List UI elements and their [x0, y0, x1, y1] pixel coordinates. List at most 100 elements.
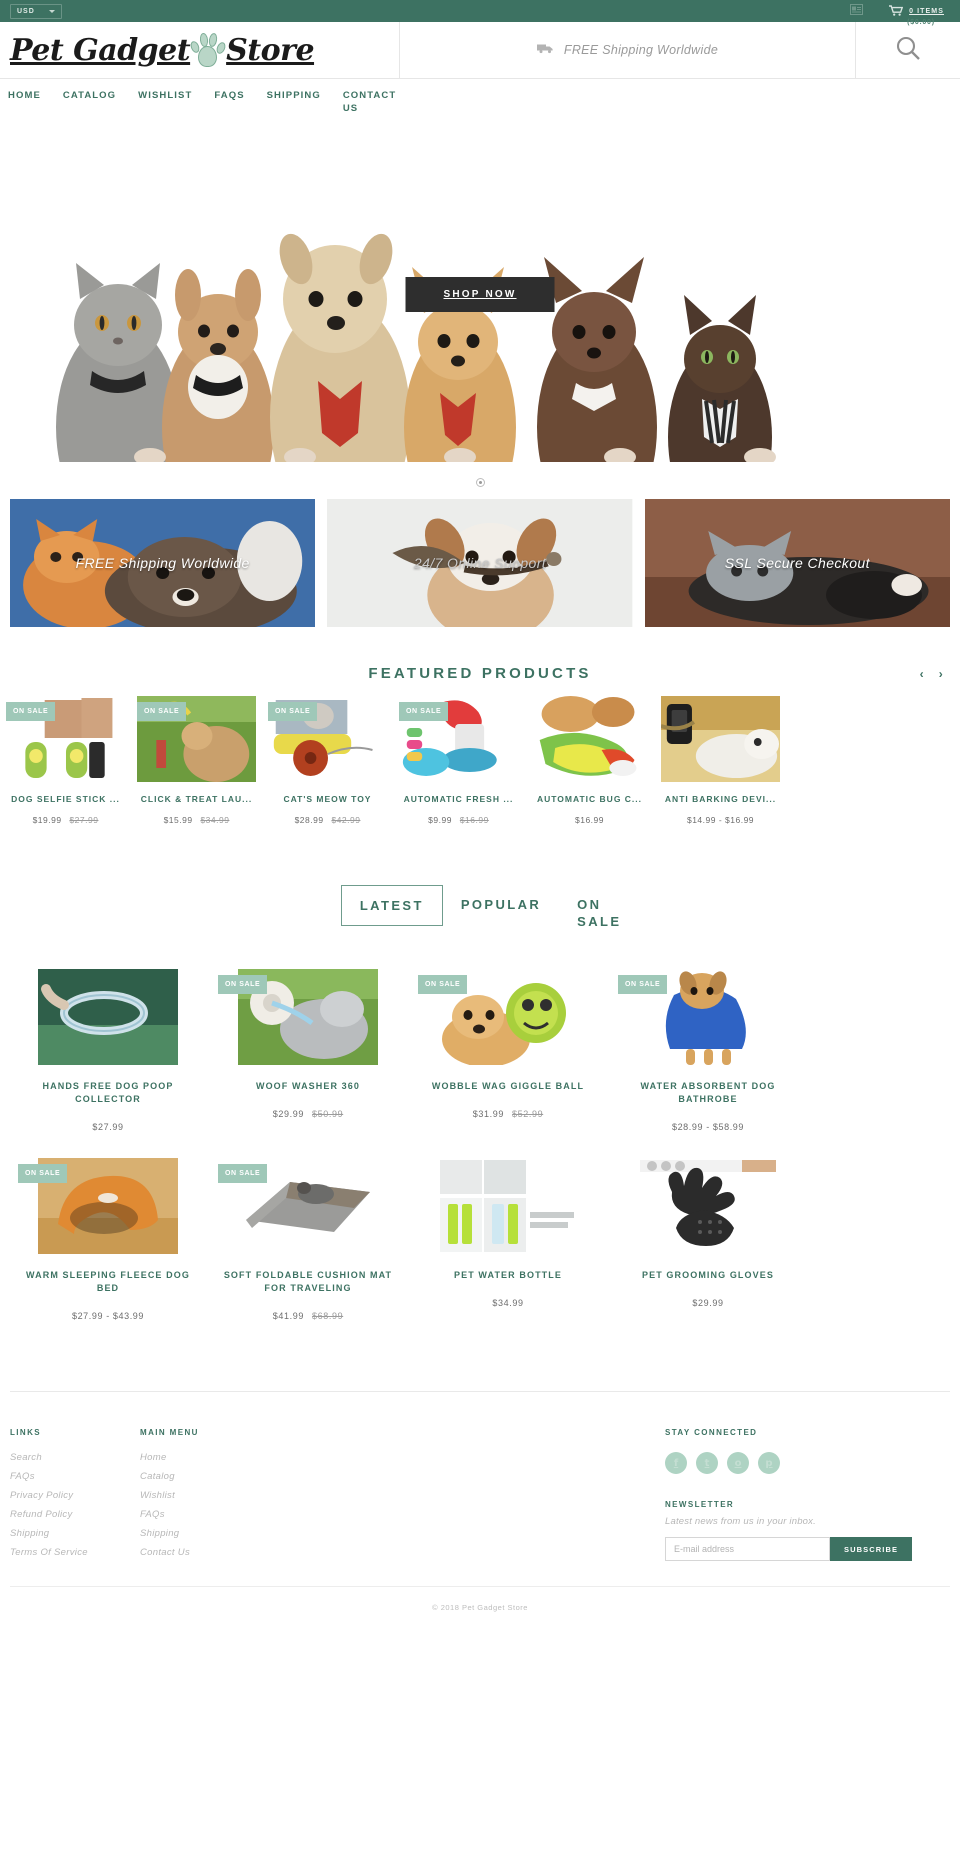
footer-links-heading: LINKS	[10, 1428, 41, 1437]
footer-link-shipping[interactable]: Shipping	[10, 1528, 116, 1539]
product-grid: HANDS FREE DOG POOP COLLECTOR $27.99 ON …	[0, 941, 960, 1331]
nav-item-home[interactable]: HOME	[8, 89, 55, 102]
top-bar-right: 0 ITEMS ($0.00)	[850, 0, 944, 26]
price-compare: $27.99	[69, 815, 99, 825]
search-cell	[856, 22, 960, 78]
chevron-down-icon	[48, 9, 55, 13]
footer-menu-wishlist[interactable]: Wishlist	[140, 1490, 376, 1501]
search-icon[interactable]	[895, 35, 921, 66]
product-card[interactable]: ON SALE WATER ABSORBENT DOG BATHROBE $28…	[608, 953, 808, 1142]
facebook-icon[interactable]: f	[665, 1452, 687, 1474]
product-card[interactable]: ON SALE WARM SLEEPING FLEECE DOG BED $27…	[8, 1142, 208, 1331]
hero-pagination[interactable]	[0, 462, 960, 491]
nav-item-shipping[interactable]: SHIPPING	[267, 89, 335, 102]
product-card[interactable]: PET GROOMING GLOVES $29.99	[608, 1142, 808, 1331]
price-compare: $50.99	[312, 1109, 344, 1119]
product-name: SOFT FOLDABLE CUSHION MAT FOR TRAVELING	[223, 1270, 393, 1293]
promo-tiles: FREE Shipping Worldwide 24/7 Online Supp…	[0, 491, 960, 627]
price-current: $14.99 - $16.99	[686, 815, 755, 825]
footer-link-refund-policy[interactable]: Refund Policy	[10, 1509, 116, 1520]
newsletter-email-input[interactable]	[665, 1537, 830, 1561]
promo-tile-shipping[interactable]: FREE Shipping Worldwide	[10, 499, 316, 627]
nav-item-faqs[interactable]: FAQS	[214, 89, 258, 102]
footer-menu-contact-us[interactable]: Contact Us	[140, 1547, 376, 1558]
nav-item-catalog[interactable]: CATALOG	[63, 89, 130, 102]
promo-tile-label: FREE Shipping Worldwide	[75, 555, 250, 571]
footer-menu-column: MAIN MENU Home Catalog Wishlist FAQs Shi…	[140, 1428, 400, 1566]
product-card[interactable]: ON SALE SOFT FOLDABLE CUSHION MAT FOR TR…	[208, 1142, 408, 1331]
tab-on-sale[interactable]: ON SALE	[559, 885, 619, 941]
product-card[interactable]: AUTOMATIC BUG C... $16.99	[524, 696, 655, 825]
product-card-partial[interactable]	[786, 696, 917, 825]
product-card[interactable]: HANDS FREE DOG POOP COLLECTOR $27.99	[8, 953, 208, 1142]
shop-now-button[interactable]: SHOP NOW	[405, 277, 555, 312]
product-price: $15.99 $34.99	[133, 815, 260, 825]
product-thumbnail	[418, 1158, 598, 1254]
product-card[interactable]: ON SALE WOBBLE WAG GIGGLE BALL $31.99 $5…	[408, 953, 608, 1142]
promo-tile-checkout[interactable]: SSL Secure Checkout	[644, 499, 950, 627]
hero-slider[interactable]: SHOP NOW	[0, 127, 960, 462]
product-price: $29.99	[618, 1298, 798, 1308]
price-current: $29.99	[272, 1109, 304, 1119]
twitter-icon[interactable]: t	[696, 1452, 718, 1474]
product-card[interactable]: ANTI BARKING DEVI... $14.99 - $16.99	[655, 696, 786, 825]
footer-link-faqs[interactable]: FAQs	[10, 1471, 116, 1482]
cart-item-count: 0 ITEMS	[909, 7, 944, 15]
newsletter-subtitle: Latest news from us in your inbox.	[665, 1516, 816, 1527]
product-card[interactable]: ON SALE CAT'S MEOW TOY $28.99 $42.99	[262, 696, 393, 825]
promo-tile-support[interactable]: 24/7 Online Support	[327, 499, 633, 627]
site-footer: LINKS Search FAQs Privacy Policy Refund …	[0, 1392, 960, 1586]
logo-text-primary: Pet Gadget	[10, 32, 191, 68]
nav-item-wishlist[interactable]: WISHLIST	[138, 89, 206, 102]
footer-menu-faqs[interactable]: FAQs	[140, 1509, 376, 1520]
header-promo: FREE Shipping Worldwide	[400, 22, 856, 78]
tab-latest[interactable]: LATEST	[340, 885, 443, 926]
product-card[interactable]: ON SALE WOOF WASHER 360 $29.99 $50.99	[208, 953, 408, 1142]
cart-button[interactable]: 0 ITEMS ($0.00)	[889, 4, 944, 26]
status-badge: ON SALE	[618, 975, 668, 994]
product-name: HANDS FREE DOG POOP COLLECTOR	[42, 1081, 174, 1104]
footer-link-terms-of-service[interactable]: Terms Of Service	[10, 1547, 116, 1558]
pinterest-icon[interactable]: p	[758, 1452, 780, 1474]
paw-icon	[188, 30, 228, 70]
product-thumbnail: ON SALE	[618, 969, 798, 1065]
top-bar: USD 0 ITEMS ($0.00)	[0, 0, 960, 26]
subscribe-button[interactable]: SUBSCRIBE	[830, 1537, 913, 1561]
product-card[interactable]: ON SALE CLICK & TREAT LAU... $15.99 $34.…	[131, 696, 262, 825]
status-badge: ON SALE	[268, 702, 318, 721]
footer-menu-catalog[interactable]: Catalog	[140, 1471, 376, 1482]
product-name: AUTOMATIC FRESH ...	[403, 794, 514, 804]
product-thumbnail	[661, 696, 780, 782]
footer-menu-shipping[interactable]: Shipping	[140, 1528, 376, 1539]
currency-selector[interactable]: USD	[10, 3, 62, 19]
product-price: $19.99 $27.99	[2, 815, 129, 825]
footer-menu-home[interactable]: Home	[140, 1452, 376, 1463]
nav-item-contact-us[interactable]: CONTACT US	[343, 89, 399, 115]
stay-connected-heading: STAY CONNECTED	[665, 1428, 758, 1437]
hero-dot-1[interactable]	[475, 478, 485, 487]
product-name: WARM SLEEPING FLEECE DOG BED	[26, 1270, 190, 1293]
newsletter-form: SUBSCRIBE	[665, 1537, 926, 1561]
featured-products-carousel[interactable]: ON SALE DOG SELFIE STICK ... $19.99 $27.…	[0, 682, 960, 825]
chevron-right-icon[interactable]: ›	[939, 667, 946, 681]
account-card-icon[interactable]	[850, 2, 864, 20]
site-logo[interactable]: Pet Gadget Store	[10, 30, 315, 70]
product-card[interactable]: PET WATER BOTTLE $34.99	[408, 1142, 608, 1331]
product-name: CLICK & TREAT LAU...	[140, 794, 253, 804]
footer-link-privacy-policy[interactable]: Privacy Policy	[10, 1490, 116, 1501]
chevron-left-icon[interactable]: ‹	[920, 667, 927, 681]
instagram-icon[interactable]: o	[727, 1452, 749, 1474]
tab-popular[interactable]: POPULAR	[443, 885, 559, 924]
status-badge: ON SALE	[6, 702, 56, 721]
footer-link-search[interactable]: Search	[10, 1452, 116, 1463]
product-thumbnail: ON SALE	[137, 696, 256, 782]
product-name: DOG SELFIE STICK ...	[11, 794, 120, 804]
product-name: WOOF WASHER 360	[255, 1081, 360, 1091]
product-card[interactable]: ON SALE DOG SELFIE STICK ... $19.99 $27.…	[0, 696, 131, 825]
product-price: $27.99	[18, 1122, 198, 1132]
logo-text-secondary: Store	[226, 32, 315, 68]
product-card[interactable]: ON SALE AUTOMATIC FRESH ... $9.99 $16.99	[393, 696, 524, 825]
price-compare: $52.99	[512, 1109, 544, 1119]
product-thumbnail: ON SALE	[18, 1158, 198, 1254]
page-title: FEATURED PRODUCTS	[368, 665, 592, 682]
